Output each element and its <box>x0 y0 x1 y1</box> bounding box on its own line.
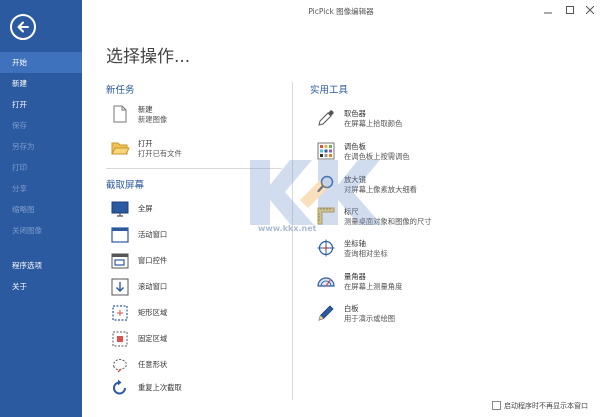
capture-window-control-label: 窗口控件 <box>138 256 168 265</box>
tool-magnifier-desc: 对屏幕上像素放大细看 <box>344 185 417 194</box>
sidebar: 开始 新建 打开 保存 另存为 打印 分享 缩略图 关闭图像 程序选项 关于 <box>0 0 82 417</box>
sidebar-item-print[interactable]: 打印 <box>0 157 82 178</box>
window-control-icon <box>111 253 129 269</box>
sidebar-item-new[interactable]: 新建 <box>0 73 82 94</box>
sidebar-item-about[interactable]: 关于 <box>0 276 82 297</box>
monitor-icon <box>111 201 129 217</box>
maximize-icon <box>566 6 574 14</box>
sidebar-item-options[interactable]: 程序选项 <box>0 255 82 276</box>
dont-show-checkbox[interactable] <box>492 401 501 410</box>
capture-repeat-last-label: 重复上次截取 <box>138 383 182 392</box>
capture-rectangle-region-label: 矩形区域 <box>138 308 168 317</box>
title-bar: PicPick 图像编辑器 <box>82 0 600 22</box>
page-title: 选择操作... <box>106 47 191 67</box>
tool-ruler[interactable]: 标尺 测量桌面对象和图像的尺寸 <box>316 206 496 228</box>
pen-icon <box>318 305 334 321</box>
tool-whiteboard-desc: 用于演示或绘图 <box>344 314 396 323</box>
watermark-url: www.kkx.net <box>258 224 317 233</box>
tool-ruler-desc: 测量桌面对象和图像的尺寸 <box>344 217 432 226</box>
task-new-title: 新建 <box>138 105 153 114</box>
tool-palette[interactable]: 调色板 在调色板上按需调色 <box>316 141 496 163</box>
capture-fixed-region-label: 固定区域 <box>138 334 168 343</box>
tool-magnifier[interactable]: 放大镜 对屏幕上像素放大细看 <box>316 174 496 196</box>
tool-crosshair-title: 坐标轴 <box>344 239 366 248</box>
capture-fullscreen-label: 全屏 <box>138 204 153 213</box>
tool-color-picker-title: 取色器 <box>344 109 366 118</box>
tool-crosshair[interactable]: 坐标轴 查询相对坐标 <box>316 238 496 260</box>
tool-color-picker-desc: 在屏幕上拾取颜色 <box>344 119 403 128</box>
new-file-icon <box>113 105 127 123</box>
sidebar-item-share[interactable]: 分享 <box>0 178 82 199</box>
tool-protractor[interactable]: 量角器 在屏幕上测量角度 <box>316 271 496 293</box>
task-open-desc: 打开已有文件 <box>138 149 182 158</box>
eyedropper-icon <box>318 110 334 126</box>
rectangle-region-icon <box>112 305 128 321</box>
freehand-icon <box>113 359 127 373</box>
picpick-window: 开始 新建 打开 保存 另存为 打印 分享 缩略图 关闭图像 程序选项 关于 P… <box>0 0 600 417</box>
tool-palette-desc: 在调色板上按需调色 <box>344 152 410 161</box>
capture-active-window-label: 活动窗口 <box>138 230 168 239</box>
task-open-title: 打开 <box>138 139 153 148</box>
sidebar-item-thumbnail[interactable]: 缩略图 <box>0 199 82 220</box>
protractor-icon <box>317 277 335 287</box>
fixed-region-icon <box>112 331 128 347</box>
section-tools: 实用工具 <box>310 85 349 96</box>
scroll-window-icon <box>111 278 129 296</box>
tool-magnifier-title: 放大镜 <box>344 175 366 184</box>
capture-rectangle-region[interactable]: 矩形区域 <box>110 303 280 325</box>
ruler-icon <box>317 207 335 225</box>
magnifier-icon <box>317 175 334 193</box>
open-folder-icon <box>111 142 130 155</box>
minimize-button[interactable] <box>540 2 556 18</box>
capture-fixed-region[interactable]: 固定区域 <box>110 329 280 351</box>
sidebar-nav: 开始 新建 打开 保存 另存为 打印 分享 缩略图 关闭图像 程序选项 关于 <box>0 52 82 297</box>
tool-protractor-title: 量角器 <box>344 272 366 281</box>
capture-freehand-label: 任意形状 <box>138 360 168 369</box>
active-window-icon <box>111 227 129 243</box>
capture-scroll-window-label: 滚动窗口 <box>138 282 168 291</box>
section-new-task: 新任务 <box>106 85 135 96</box>
capture-scroll-window[interactable]: 滚动窗口 <box>110 277 280 299</box>
task-open[interactable]: 打开 打开已有文件 <box>110 138 280 160</box>
tool-whiteboard[interactable]: 白板 用于演示或绘图 <box>316 303 496 325</box>
section-capture: 截取屏幕 <box>106 180 145 191</box>
tool-palette-title: 调色板 <box>344 142 366 151</box>
close-button[interactable] <box>582 2 598 18</box>
window-title: PicPick 图像编辑器 <box>308 7 374 16</box>
crosshair-icon <box>317 239 335 257</box>
task-new-desc: 新建图像 <box>138 115 168 124</box>
tool-whiteboard-title: 白板 <box>344 304 359 313</box>
tool-color-picker[interactable]: 取色器 在屏幕上拾取颜色 <box>316 108 496 130</box>
column-divider <box>292 82 293 400</box>
maximize-button[interactable] <box>562 2 578 18</box>
capture-window-control[interactable]: 窗口控件 <box>110 251 280 273</box>
repeat-icon <box>113 379 126 395</box>
tool-ruler-title: 标尺 <box>344 207 359 216</box>
sidebar-item-save[interactable]: 保存 <box>0 115 82 136</box>
section-divider <box>106 168 282 169</box>
sidebar-item-start[interactable]: 开始 <box>0 52 82 73</box>
capture-fullscreen[interactable]: 全屏 <box>110 199 280 221</box>
dont-show-label[interactable]: 启动程序时不再显示本窗口 <box>504 401 588 411</box>
sidebar-item-open[interactable]: 打开 <box>0 94 82 115</box>
close-icon <box>586 6 594 14</box>
capture-freehand[interactable]: 任意形状 <box>110 355 280 377</box>
minimize-icon <box>544 12 552 14</box>
tool-protractor-desc: 在屏幕上测量角度 <box>344 282 403 291</box>
sidebar-item-save-as[interactable]: 另存为 <box>0 136 82 157</box>
tool-crosshair-desc: 查询相对坐标 <box>344 249 388 258</box>
back-button[interactable] <box>10 14 36 40</box>
task-new[interactable]: 新建 新建图像 <box>110 104 280 126</box>
arrow-left-icon <box>17 21 29 33</box>
capture-active-window[interactable]: 活动窗口 <box>110 225 280 247</box>
sidebar-item-close-image[interactable]: 关闭图像 <box>0 220 82 241</box>
palette-icon <box>317 142 335 160</box>
capture-repeat-last[interactable]: 重复上次截取 <box>110 378 280 400</box>
